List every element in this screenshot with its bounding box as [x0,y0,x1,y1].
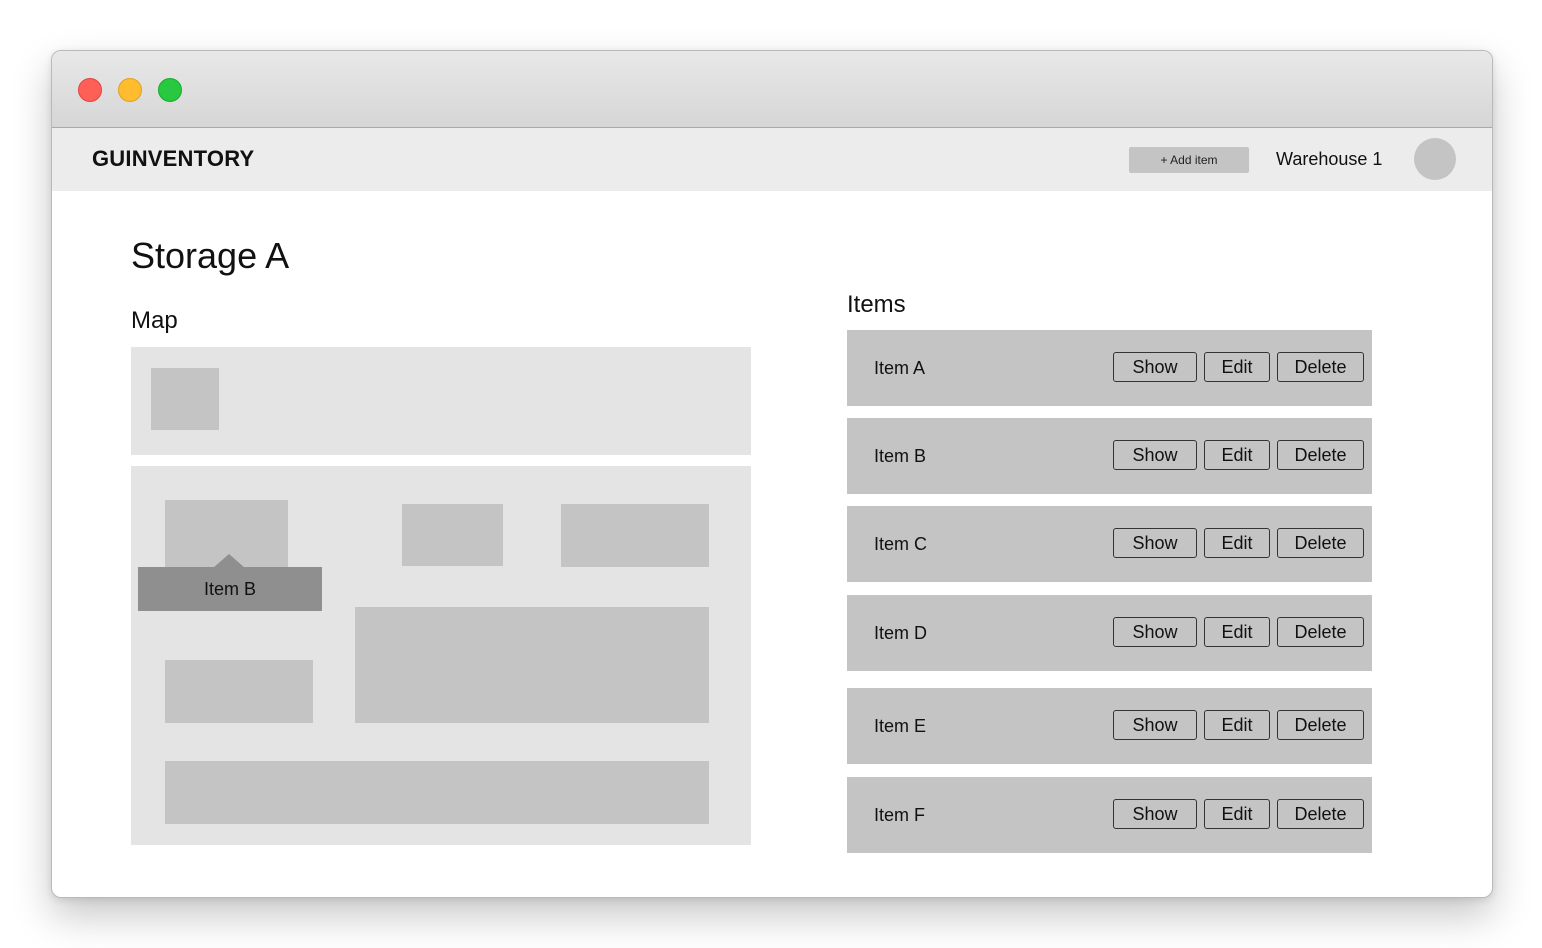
item-row: Item A Show Edit Delete [847,330,1372,406]
map-shelf[interactable] [165,660,313,723]
delete-button[interactable]: Delete [1277,710,1364,740]
show-button[interactable]: Show [1113,528,1197,558]
tooltip-arrow [213,554,245,568]
show-button[interactable]: Show [1113,710,1197,740]
delete-button[interactable]: Delete [1277,440,1364,470]
item-row: Item F Show Edit Delete [847,777,1372,853]
map-tooltip: Item B [138,567,322,611]
item-name: Item E [874,716,927,736]
brand-logo[interactable]: GUINVENTORY [92,146,254,172]
warehouse-selector[interactable]: Warehouse 1 [1276,149,1382,170]
show-button[interactable]: Show [1113,799,1197,829]
item-name: Item A [874,358,926,378]
map-shelf[interactable] [402,504,503,566]
item-name: Item B [874,446,927,466]
edit-button[interactable]: Edit [1204,799,1270,829]
map-heading: Map [131,307,178,334]
item-row: Item E Show Edit Delete [847,688,1372,764]
item-name: Item F [874,805,926,825]
minimize-window-button[interactable] [118,78,142,102]
page-title: Storage A [131,235,290,276]
show-button[interactable]: Show [1113,617,1197,647]
edit-button[interactable]: Edit [1204,710,1270,740]
delete-button[interactable]: Delete [1277,617,1364,647]
item-name: Item D [874,623,928,643]
delete-button[interactable]: Delete [1277,352,1364,382]
edit-button[interactable]: Edit [1204,528,1270,558]
item-row: Item D Show Edit Delete [847,595,1372,671]
show-button[interactable]: Show [1113,440,1197,470]
item-row: Item B Show Edit Delete [847,418,1372,494]
user-avatar[interactable] [1414,138,1456,180]
add-item-button[interactable]: + Add item [1129,147,1249,173]
app-window: GUINVENTORY + Add item Warehouse 1 Stora… [51,50,1493,898]
map-shelf[interactable] [165,761,709,824]
delete-button[interactable]: Delete [1277,799,1364,829]
edit-button[interactable]: Edit [1204,440,1270,470]
top-navbar: GUINVENTORY + Add item Warehouse 1 [52,128,1492,191]
close-window-button[interactable] [78,78,102,102]
delete-button[interactable]: Delete [1277,528,1364,558]
item-name: Item C [874,534,928,554]
map-shelf[interactable] [561,504,709,567]
maximize-window-button[interactable] [158,78,182,102]
show-button[interactable]: Show [1113,352,1197,382]
edit-button[interactable]: Edit [1204,352,1270,382]
map-zone-top [131,347,751,455]
map-shelf[interactable] [355,607,709,723]
window-titlebar[interactable] [52,51,1492,128]
items-heading: Items [847,291,906,318]
map-shelf[interactable] [151,368,219,430]
item-row: Item C Show Edit Delete [847,506,1372,582]
edit-button[interactable]: Edit [1204,617,1270,647]
